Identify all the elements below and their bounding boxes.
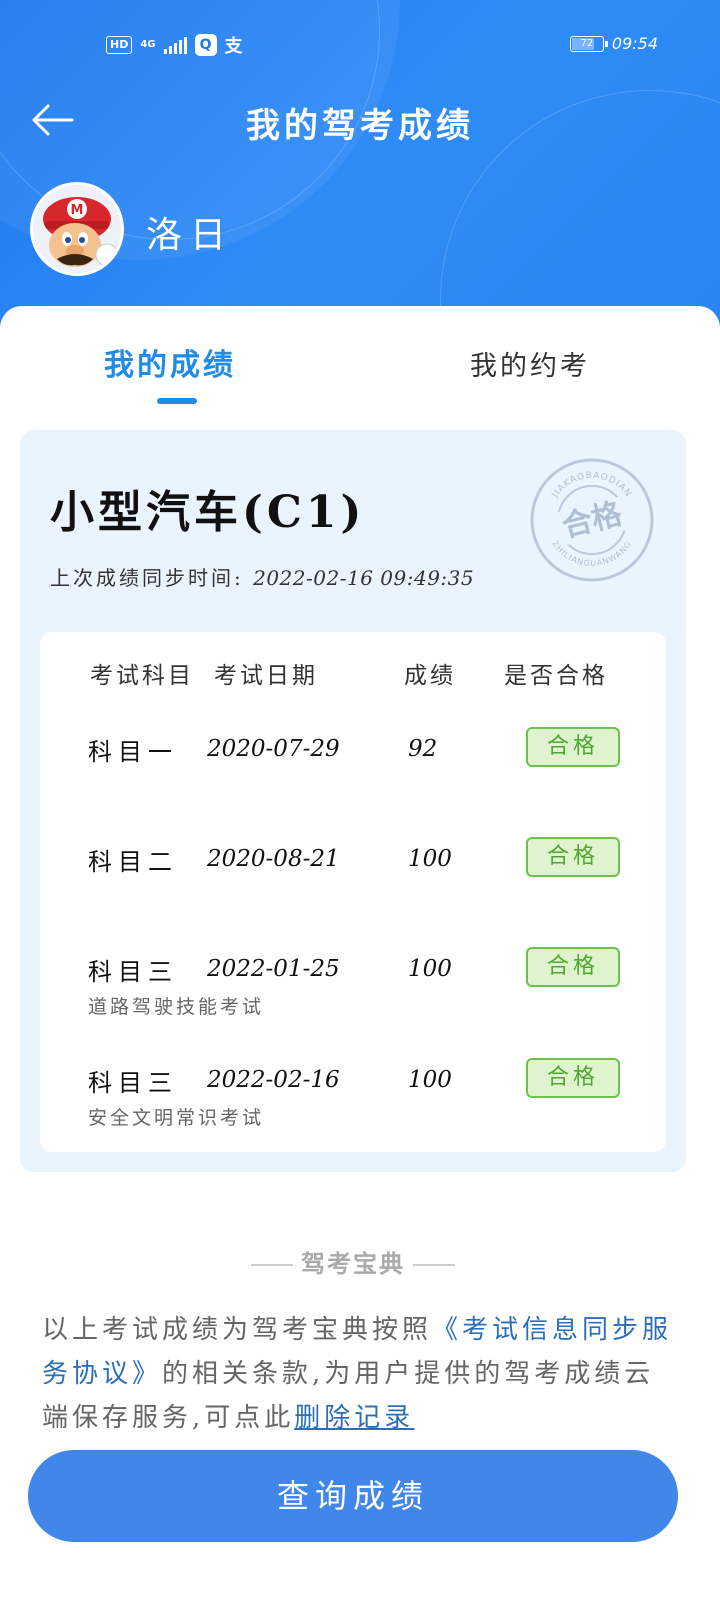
mario-avatar-icon: M [33, 185, 121, 273]
query-scores-button[interactable]: 查询成绩 [28, 1450, 678, 1542]
row-3-note: 道路驾驶技能考试 [88, 996, 265, 1018]
pass-stamp-icon: JIAKAOBAODIAN ZHILIANGUANWANG 合格 [530, 458, 654, 582]
row-1-score: 92 [408, 736, 438, 762]
header-subject: 考试科目 [90, 663, 194, 689]
row-3-score: 100 [408, 956, 452, 982]
app-notification-icon: Q [194, 34, 217, 56]
signal-icon [163, 36, 187, 54]
brand-divider: 驾考宝典 [0, 1244, 706, 1279]
avatar[interactable]: M [30, 182, 124, 276]
row-3-date: 2022-01-25 [207, 956, 340, 982]
row-2-date: 2020-08-21 [207, 846, 340, 872]
network-type: 4G [140, 39, 156, 50]
alipay-icon: 支 [224, 36, 243, 57]
status-left: HD 4G Q 支 [106, 32, 243, 58]
row-3-pass-badge: 合格 [526, 947, 620, 987]
divider-line [251, 1264, 293, 1266]
status-bar: HD 4G Q 支 72 09:54 [0, 28, 720, 64]
row-1-pass-badge: 合格 [526, 727, 620, 767]
brand-name: 驾考宝典 [301, 1250, 405, 1278]
delete-record-link[interactable]: 删除记录 [294, 1403, 414, 1433]
hd-icon: HD [106, 36, 133, 54]
sync-time-line: 上次成绩同步时间: 2022-02-16 09:49:35 [50, 562, 474, 591]
status-time: 09:54 [611, 34, 658, 53]
sync-label: 上次成绩同步时间: [50, 566, 244, 590]
row-4-score: 100 [408, 1067, 452, 1093]
sync-time: 2022-02-16 09:49:35 [253, 566, 475, 590]
row-4-subject: 科目三 [88, 1069, 178, 1097]
battery-icon: 72 [569, 35, 608, 52]
battery-level: 72 [580, 37, 594, 49]
disclaimer-text: 以上考试成绩为驾考宝典按照《考试信息同步服务协议》的相关条款,为用户提供的驾考成… [42, 1308, 682, 1440]
row-4-note: 安全文明常识考试 [88, 1107, 265, 1129]
svg-text:M: M [71, 203, 84, 218]
divider-line [413, 1264, 455, 1266]
stamp-center-text: 合格 [559, 496, 627, 545]
header-score: 成绩 [404, 663, 456, 689]
header-date: 考试日期 [214, 663, 318, 689]
row-2-subject: 科目二 [88, 848, 178, 876]
row-1-subject: 科目一 [88, 738, 178, 766]
disclaimer-pre: 以上考试成绩为驾考宝典按照 [42, 1315, 433, 1345]
header-pass: 是否合格 [504, 663, 608, 689]
row-4-pass-badge: 合格 [526, 1058, 620, 1098]
row-2-score: 100 [408, 846, 452, 872]
tab-indicator [157, 398, 197, 404]
page-title: 我的驾考成绩 [246, 106, 474, 146]
row-2-pass-badge: 合格 [526, 837, 620, 877]
row-1-date: 2020-07-29 [207, 736, 340, 762]
status-right: 72 09:54 [569, 34, 658, 53]
row-4-date: 2022-02-16 [207, 1067, 340, 1093]
row-3-subject: 科目三 [88, 958, 178, 986]
tab-my-appointments[interactable]: 我的约考 [470, 344, 590, 383]
license-type: 小型汽车(C1) [50, 487, 366, 538]
username: 洛日 [146, 215, 235, 256]
tab-my-scores[interactable]: 我的成绩 [104, 340, 236, 384]
